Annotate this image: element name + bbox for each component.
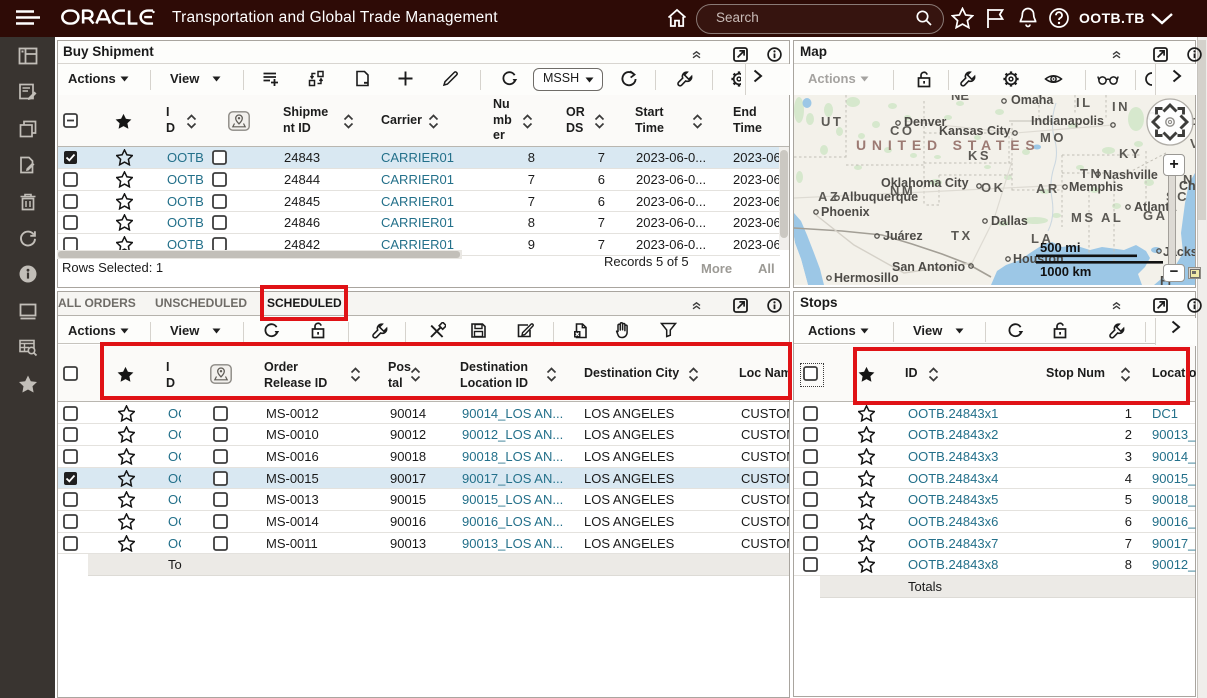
svg-text:Indianapolis: Indianapolis	[1031, 114, 1104, 128]
svg-text:AL: AL	[1101, 210, 1123, 225]
svg-text:KS: KS	[968, 148, 991, 163]
svg-text:MS: MS	[1071, 210, 1096, 225]
svg-text:Dallas: Dallas	[991, 214, 1028, 228]
svg-text:Oklahoma City: Oklahoma City	[881, 176, 969, 190]
svg-text:Hermosillo: Hermosillo	[834, 271, 899, 285]
svg-text:Kansas City: Kansas City	[939, 124, 1011, 138]
svg-text:AR: AR	[1036, 181, 1060, 196]
svg-text:IN: IN	[1112, 99, 1130, 114]
svg-text:IL: IL	[1076, 95, 1093, 110]
svg-text:500 mi: 500 mi	[1040, 240, 1080, 255]
svg-text:TX: TX	[951, 228, 973, 243]
svg-text:San Antonio: San Antonio	[892, 260, 966, 274]
svg-text:UT: UT	[821, 114, 843, 129]
svg-text:KY: KY	[1119, 146, 1142, 161]
svg-text:OK: OK	[981, 180, 1006, 195]
svg-text:Memphis: Memphis	[1069, 180, 1123, 194]
svg-text:TN: TN	[1080, 166, 1102, 181]
svg-text:Juárez: Juárez	[883, 229, 923, 243]
svg-text:NE: NE	[951, 95, 969, 103]
svg-text:Phoenix: Phoenix	[821, 205, 870, 219]
svg-text:UNITED STATES: UNITED STATES	[856, 137, 1041, 153]
svg-text:1000 km: 1000 km	[1040, 264, 1091, 279]
svg-text:Cha: Cha	[1179, 179, 1195, 193]
svg-text:MO: MO	[1040, 130, 1066, 145]
svg-text:Omaha: Omaha	[1011, 95, 1054, 107]
svg-text:Albuquerque: Albuquerque	[841, 190, 918, 204]
svg-text:AZ: AZ	[818, 189, 840, 204]
